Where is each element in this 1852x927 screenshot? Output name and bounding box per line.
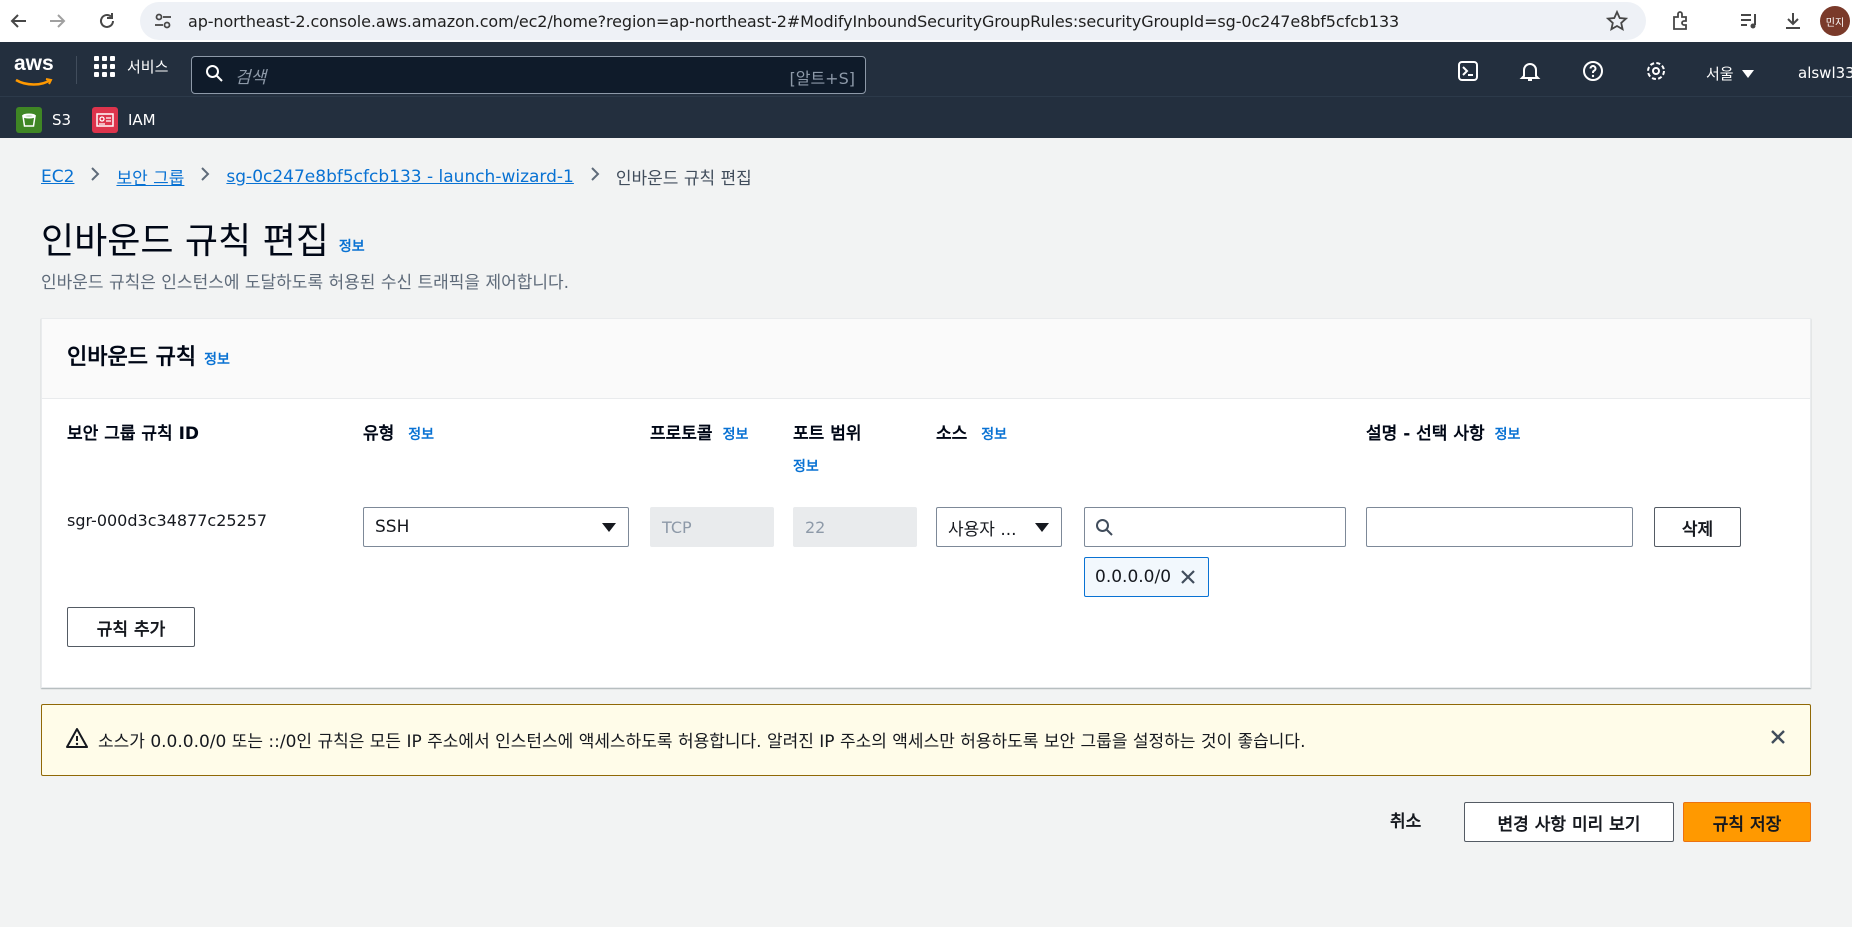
page-title-text: 인바운드 규칙 편집 [41,221,329,262]
port-info-link[interactable]: 정보 [793,456,861,476]
services-menu[interactable]: 서비스 [94,56,168,77]
description-info-link[interactable]: 정보 [1495,427,1521,443]
rule-id-value: sgr-000d3c34877c25257 [67,511,268,530]
protocol-field: TCP [650,507,774,547]
aws-smile-icon [15,78,53,86]
save-rules-button[interactable]: 규칙 저장 [1683,802,1811,842]
breadcrumb: EC2 보안 그룹 sg-0c247e8bf5cfcb133 - launch-… [41,164,752,190]
services-label: 서비스 [127,58,169,76]
column-header-type: 유형 정보 [363,419,434,444]
column-header-protocol: 프로토콜 정보 [650,419,748,444]
grid-icon [94,56,115,77]
url-text[interactable]: ap-northeast-2.console.aws.amazon.com/ec… [188,12,1399,31]
aws-top-nav: aws 서비스 검색 [알트+S] 서울 alswl33 [0,42,1852,96]
column-header-rule-id: 보안 그룹 규칙 ID [67,424,200,444]
caret-down-icon [602,523,616,532]
region-selector[interactable]: 서울 [1706,63,1754,84]
extensions-icon[interactable] [1668,8,1694,34]
remove-token-close-icon[interactable] [1178,567,1198,592]
caret-down-icon [1035,523,1049,532]
profile-avatar[interactable]: 민지 [1820,6,1850,36]
column-header-source-label: 소스 [936,424,968,444]
type-info-link[interactable]: 정보 [408,427,434,443]
source-cidr-token: 0.0.0.0/0 [1084,557,1209,597]
browser-toolbar: ap-northeast-2.console.aws.amazon.com/ec… [0,0,1852,42]
main-content: EC2 보안 그룹 sg-0c247e8bf5cfcb133 - launch-… [0,138,1852,927]
iam-id-card-icon [92,107,118,133]
column-header-source: 소스 정보 [936,419,1007,444]
settings-gear-icon[interactable] [1644,59,1668,83]
address-bar[interactable]: ap-northeast-2.console.aws.amazon.com/ec… [140,2,1646,40]
chevron-right-icon [90,166,100,187]
panel-title-text: 인바운드 규칙 [67,345,197,370]
chevron-right-icon [200,166,210,187]
panel-title: 인바운드 규칙 정보 [67,339,230,371]
panel-info-link[interactable]: 정보 [204,352,230,368]
add-rule-button[interactable]: 규칙 추가 [67,607,195,647]
inbound-rules-panel: 인바운드 규칙 정보 보안 그룹 규칙 ID 유형 정보 프로토콜 정보 포트 범위 … [41,318,1811,688]
notifications-bell-icon[interactable] [1518,59,1542,83]
page-info-link[interactable]: 정보 [339,239,365,255]
region-label: 서울 [1706,65,1734,83]
favorite-iam-label: IAM [128,111,156,129]
page-title: 인바운드 규칙 편집 정보 [41,212,365,264]
warning-alert: 소스가 0.0.0.0/0 또는 ::/0인 규칙은 모든 IP 주소에서 인스… [41,704,1811,776]
caret-down-icon [1741,69,1754,78]
column-header-description: 설명 - 선택 사항 정보 [1366,419,1520,444]
dismiss-close-icon[interactable] [1766,725,1790,753]
warning-triangle-icon [66,727,88,753]
search-placeholder: 검색 [235,67,267,88]
column-header-protocol-label: 프로토콜 [650,424,713,444]
help-icon[interactable] [1581,59,1605,83]
source-type-select[interactable]: 사용자 ... [936,507,1062,547]
breadcrumb-current: 인바운드 규칙 편집 [615,169,752,189]
favorite-iam[interactable]: IAM [92,107,156,133]
protocol-info-link[interactable]: 정보 [723,427,749,443]
favorite-s3-label: S3 [52,111,72,129]
preview-changes-button[interactable]: 변경 사항 미리 보기 [1464,802,1674,842]
column-header-type-label: 유형 [363,424,395,444]
panel-header [42,319,1810,399]
column-header-description-label: 설명 - 선택 사항 [1366,424,1485,444]
s3-bucket-icon [16,107,42,133]
source-info-link[interactable]: 정보 [981,427,1007,443]
aws-logo[interactable]: aws [14,52,54,86]
search-shortcut: [알트+S] [789,69,856,88]
favorite-s3[interactable]: S3 [16,107,71,133]
aws-logo-text: aws [14,52,54,75]
account-menu[interactable]: alswl33 [1798,64,1852,82]
source-cidr-token-label: 0.0.0.0/0 [1095,567,1172,587]
search-icon [1095,518,1113,540]
media-icon[interactable] [1736,8,1762,34]
column-header-port-range: 포트 범위 정보 [793,419,861,476]
site-settings-icon[interactable] [152,10,174,32]
breadcrumb-security-group-id[interactable]: sg-0c247e8bf5cfcb133 - launch-wizard-1 [226,167,573,187]
bookmark-star-icon[interactable] [1605,9,1629,36]
breadcrumb-ec2[interactable]: EC2 [41,167,74,187]
reload-icon[interactable] [90,4,124,38]
warning-message: 소스가 0.0.0.0/0 또는 ::/0인 규칙은 모든 IP 주소에서 인스… [98,732,1306,752]
forward-icon[interactable] [40,4,74,38]
search-input[interactable]: 검색 [알트+S] [191,56,866,94]
port-range-field: 22 [793,507,917,547]
download-icon[interactable] [1780,8,1806,34]
cancel-button[interactable]: 취소 [1390,807,1421,832]
type-select[interactable]: SSH [363,507,629,547]
source-type-value: 사용자 ... [948,519,1017,540]
search-icon [205,64,223,86]
back-icon[interactable] [2,4,36,38]
column-header-port-label: 포트 범위 [793,424,862,444]
page-description: 인바운드 규칙은 인스턴스에 도달하도록 허용된 수신 트래픽을 제어합니다. [41,273,570,293]
breadcrumb-security-groups[interactable]: 보안 그룹 [116,164,184,189]
delete-rule-button[interactable]: 삭제 [1654,507,1741,547]
type-select-value: SSH [375,517,410,537]
favorites-bar: S3 IAM [0,96,1852,138]
chevron-right-icon [590,166,600,187]
source-cidr-search-input[interactable] [1084,507,1346,547]
cloudshell-icon[interactable] [1456,59,1480,83]
description-input[interactable] [1366,507,1633,547]
